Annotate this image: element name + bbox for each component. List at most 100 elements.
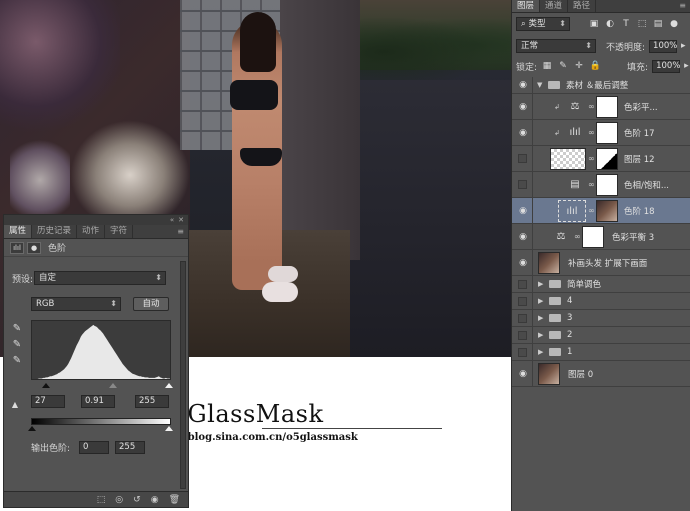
visibility-box[interactable] (518, 313, 527, 323)
black-eyedropper-icon[interactable]: ✎ (11, 323, 23, 335)
tab-history[interactable]: 历史记录 (32, 225, 78, 238)
filter-type-icon[interactable]: T (620, 18, 632, 30)
collapse-icon[interactable]: « (170, 216, 174, 224)
clip-to-layer-icon[interactable]: ⬚ (97, 495, 106, 505)
opacity-arrow-icon[interactable]: ▸ (681, 41, 686, 51)
link-icon[interactable]: ∞ (588, 154, 595, 163)
input-levels-slider[interactable] (31, 383, 173, 388)
trash-icon[interactable]: 🗑 (169, 495, 180, 505)
layer-mask-thumb[interactable] (596, 148, 618, 170)
collapse-arrow-icon[interactable]: ▶ (538, 280, 543, 288)
tab-paths[interactable]: 路径 (568, 0, 597, 12)
layer-row[interactable]: ◉ 图层 0 (512, 361, 690, 387)
filter-pixel-icon[interactable]: ▣ (588, 18, 600, 30)
lock-position-icon[interactable]: ✛ (573, 60, 585, 72)
panel-menu-icon[interactable]: ≡ (177, 225, 188, 238)
black-point-handle[interactable] (42, 383, 50, 388)
layer-group-row[interactable]: ▶ 3 (512, 310, 690, 327)
white-point-handle[interactable] (165, 383, 173, 388)
link-icon[interactable]: ∞ (588, 206, 595, 215)
input-black-field[interactable]: 27 (31, 395, 65, 408)
input-gamma-field[interactable]: 0.91 (81, 395, 115, 408)
output-white-handle[interactable] (165, 426, 173, 431)
layer-group-row[interactable]: ◉ ▼ 素材 ＆最后调整 (512, 77, 690, 94)
fill-field[interactable]: 100% (652, 59, 680, 73)
clip-warning-icon[interactable]: ▲ (9, 399, 21, 411)
collapse-arrow-icon[interactable]: ▶ (538, 331, 543, 339)
gray-eyedropper-icon[interactable]: ✎ (11, 339, 23, 351)
eye-icon[interactable]: ◉ (516, 206, 530, 216)
panel-collapse-bar[interactable]: « ✕ (4, 215, 188, 225)
visibility-icon[interactable]: ◉ (151, 495, 159, 505)
layer-mask-thumb[interactable] (596, 122, 618, 144)
layer-row[interactable]: ▤ ∞ 色相/饱和... (512, 172, 690, 198)
layer-mask-thumb[interactable] (596, 200, 618, 222)
tab-layers[interactable]: 图层 (512, 0, 541, 12)
eye-icon[interactable]: ◉ (516, 369, 530, 379)
visibility-box[interactable] (518, 296, 527, 306)
expand-arrow-icon[interactable]: ▼ (537, 81, 542, 89)
link-icon[interactable]: ∞ (574, 232, 581, 241)
layer-row[interactable]: ◉ ↲ ⚖ ∞ 色彩平... (512, 94, 690, 120)
eye-icon[interactable]: ◉ (516, 102, 530, 112)
properties-scrollbar[interactable] (180, 261, 186, 489)
tab-character[interactable]: 字符 (105, 225, 134, 238)
layer-row[interactable]: ◉ 补画头发 扩展下画面 (512, 250, 690, 276)
output-black-handle[interactable] (28, 426, 36, 431)
layer-mask-thumb[interactable] (596, 96, 618, 118)
eye-icon[interactable]: ◉ (516, 232, 530, 242)
layer-group-row[interactable]: ▶ 简单调色 (512, 276, 690, 293)
visibility-box[interactable] (518, 279, 527, 289)
eye-icon[interactable]: ◉ (516, 258, 530, 268)
layers-menu-icon[interactable]: ≡ (679, 0, 690, 12)
lock-transparency-icon[interactable]: ▦ (541, 60, 553, 72)
collapse-arrow-icon[interactable]: ▶ (538, 348, 543, 356)
link-icon[interactable]: ∞ (588, 180, 595, 189)
layer-row[interactable]: ∞ 图层 12 (512, 146, 690, 172)
output-white-field[interactable]: 255 (115, 441, 145, 454)
auto-button[interactable]: 自动 (133, 297, 169, 311)
white-eyedropper-icon[interactable]: ✎ (11, 355, 23, 367)
lock-pixels-icon[interactable]: ✎ (557, 60, 569, 72)
opacity-field[interactable]: 100% (649, 39, 677, 53)
gamma-handle[interactable] (109, 383, 117, 388)
link-icon[interactable]: ∞ (588, 128, 595, 137)
layer-group-row[interactable]: ▶ 2 (512, 327, 690, 344)
mask-icon[interactable]: ● (27, 241, 41, 254)
tab-actions[interactable]: 动作 (77, 225, 106, 238)
layer-group-row[interactable]: ▶ 1 (512, 344, 690, 361)
visibility-box[interactable] (518, 330, 527, 340)
filter-shape-icon[interactable]: ⬚ (636, 18, 648, 30)
channel-select[interactable]: RGB (31, 297, 121, 311)
layer-name: 色彩平... (624, 102, 658, 113)
link-icon[interactable]: ∞ (588, 102, 595, 111)
collapse-arrow-icon[interactable]: ▶ (538, 297, 543, 305)
lock-all-icon[interactable]: 🔒 (589, 60, 601, 72)
close-panel-icon[interactable]: ✕ (178, 216, 184, 224)
output-black-field[interactable]: 0 (79, 441, 109, 454)
layer-mask-thumb[interactable] (582, 226, 604, 248)
view-previous-icon[interactable]: ◎ (115, 495, 123, 505)
collapse-arrow-icon[interactable]: ▶ (538, 314, 543, 322)
filter-smart-icon[interactable]: ▤ (652, 18, 664, 30)
visibility-box[interactable] (518, 154, 527, 163)
layer-row[interactable]: ◉ ⚖ ∞ 色彩平衡 3 (512, 224, 690, 250)
layer-row-selected[interactable]: ◉ ılıl ∞ 色阶 18 (512, 198, 690, 224)
filter-adjustment-icon[interactable]: ◐ (604, 18, 616, 30)
blend-mode-select[interactable]: 正常 (516, 39, 596, 53)
input-white-field[interactable]: 255 (135, 395, 169, 408)
fill-arrow-icon[interactable]: ▸ (684, 61, 689, 71)
visibility-box[interactable] (518, 347, 527, 357)
reset-icon[interactable]: ↺ (133, 495, 141, 505)
visibility-box[interactable] (518, 180, 527, 189)
tab-properties[interactable]: 属性 (4, 225, 33, 238)
layer-mask-thumb[interactable] (596, 174, 618, 196)
tab-channels[interactable]: 通道 (540, 0, 569, 12)
preset-select[interactable]: 自定 (34, 271, 166, 285)
filter-toggle-icon[interactable]: ● (668, 18, 680, 30)
filter-kind-select[interactable]: ⌕ 类型 (516, 17, 570, 31)
layer-group-row[interactable]: ▶ 4 (512, 293, 690, 310)
eye-icon[interactable]: ◉ (516, 80, 530, 90)
eye-icon[interactable]: ◉ (516, 128, 530, 138)
layer-row[interactable]: ◉ ↲ ılıl ∞ 色阶 17 (512, 120, 690, 146)
